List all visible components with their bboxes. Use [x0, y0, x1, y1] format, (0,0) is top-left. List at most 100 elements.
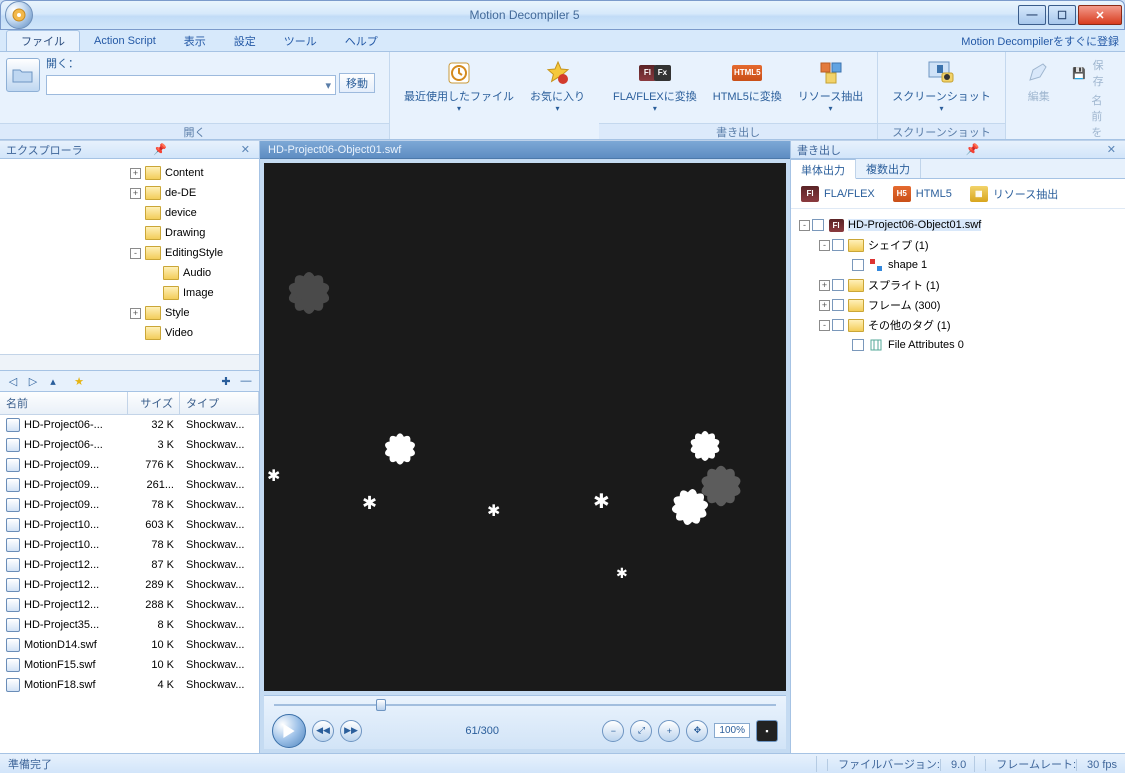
- collapse-icon[interactable]: -: [819, 240, 830, 251]
- collapse-icon[interactable]: -: [799, 220, 810, 231]
- timeline-slider[interactable]: [264, 696, 786, 712]
- table-row[interactable]: HD-Project09...261...Shockwav...: [0, 475, 259, 495]
- nav-fwd-icon[interactable]: ▷: [26, 374, 40, 388]
- tree-node[interactable]: -EditingStyle: [0, 243, 259, 263]
- open-path-combo[interactable]: ▾: [46, 75, 336, 95]
- table-row[interactable]: HD-Project06-...3 KShockwav...: [0, 435, 259, 455]
- checkbox[interactable]: [832, 319, 844, 331]
- tree-node[interactable]: +Style: [0, 303, 259, 323]
- export-tb-resource[interactable]: ▦リソース抽出: [970, 186, 1058, 202]
- table-row[interactable]: HD-Project10...603 KShockwav...: [0, 515, 259, 535]
- checkbox[interactable]: [832, 279, 844, 291]
- tab-multi-output[interactable]: 複数出力: [856, 159, 921, 178]
- file-table[interactable]: 名前 サイズ タイプ HD-Project06-...32 KShockwav.…: [0, 392, 259, 753]
- nav-up-icon[interactable]: ▴: [46, 374, 60, 388]
- table-row[interactable]: MotionD14.swf10 KShockwav...: [0, 635, 259, 655]
- menu-actionscript[interactable]: Action Script: [80, 30, 170, 51]
- table-row[interactable]: HD-Project12...289 KShockwav...: [0, 575, 259, 595]
- export-tree-node[interactable]: -FlHD-Project06-Object01.swf: [795, 215, 1121, 235]
- explorer-pin-icon[interactable]: 📌: [150, 143, 170, 156]
- register-link[interactable]: Motion Decompilerをすぐに登録: [961, 30, 1119, 51]
- checkbox[interactable]: [852, 339, 864, 351]
- zoom-value[interactable]: 100%: [714, 723, 750, 738]
- export-pin-icon[interactable]: 📌: [963, 143, 983, 156]
- table-row[interactable]: HD-Project35...8 KShockwav...: [0, 615, 259, 635]
- export-tree-node[interactable]: File Attributes 0: [795, 335, 1121, 355]
- add-icon[interactable]: ✚: [219, 374, 233, 388]
- table-row[interactable]: MotionF18.swf4 KShockwav...: [0, 675, 259, 695]
- nav-back-icon[interactable]: ◁: [6, 374, 20, 388]
- tree-node[interactable]: device: [0, 203, 259, 223]
- collapse-icon[interactable]: -: [819, 320, 830, 331]
- table-row[interactable]: HD-Project09...78 KShockwav...: [0, 495, 259, 515]
- fav-star-icon[interactable]: ★: [72, 374, 86, 388]
- menu-tools[interactable]: ツール: [270, 30, 331, 51]
- menu-help[interactable]: ヘルプ: [331, 30, 392, 51]
- export-fla-button[interactable]: FlFx FLA/FLEXに変換 ▾: [605, 55, 705, 116]
- screenshot-button[interactable]: スクリーンショット ▾: [884, 55, 998, 116]
- explorer-close-icon[interactable]: ✕: [238, 143, 253, 156]
- zoom-out-button[interactable]: −: [602, 720, 624, 742]
- export-tree-node[interactable]: -その他のタグ (1): [795, 315, 1121, 335]
- rewind-button[interactable]: ◀◀: [312, 720, 334, 742]
- col-name[interactable]: 名前: [0, 392, 128, 414]
- expand-icon[interactable]: +: [130, 308, 141, 319]
- table-row[interactable]: MotionF15.swf10 KShockwav...: [0, 655, 259, 675]
- play-button[interactable]: [272, 714, 306, 748]
- minimize-button[interactable]: —: [1018, 5, 1046, 25]
- expand-icon[interactable]: +: [819, 300, 830, 311]
- export-tb-fla[interactable]: FlFLA/FLEX: [801, 186, 875, 202]
- tree-node[interactable]: +de-DE: [0, 183, 259, 203]
- tree-node[interactable]: Video: [0, 323, 259, 343]
- export-close-icon[interactable]: ✕: [1104, 143, 1119, 156]
- export-tree-node[interactable]: +フレーム (300): [795, 295, 1121, 315]
- remove-icon[interactable]: —: [239, 374, 253, 388]
- export-tree[interactable]: -FlHD-Project06-Object01.swf-シェイプ (1)sha…: [791, 209, 1125, 753]
- favorites-button[interactable]: お気に入り ▾: [522, 55, 593, 116]
- export-html5-button[interactable]: HTML5 HTML5に変換: [705, 55, 790, 106]
- col-size[interactable]: サイズ: [128, 392, 180, 414]
- close-button[interactable]: ✕: [1078, 5, 1122, 25]
- bg-toggle-button[interactable]: ▪: [756, 720, 778, 742]
- export-tree-node[interactable]: shape 1: [795, 255, 1121, 275]
- col-type[interactable]: タイプ: [180, 392, 259, 414]
- checkbox[interactable]: [832, 299, 844, 311]
- checkbox[interactable]: [832, 239, 844, 251]
- pan-button[interactable]: ✥: [686, 720, 708, 742]
- explorer-tree[interactable]: +Content+de-DEdeviceDrawing-EditingStyle…: [0, 159, 259, 354]
- collapse-icon[interactable]: -: [130, 248, 141, 259]
- export-resource-button[interactable]: リソース抽出 ▾: [790, 55, 871, 116]
- app-orb[interactable]: [5, 1, 33, 29]
- tree-node[interactable]: Drawing: [0, 223, 259, 243]
- tree-node[interactable]: +Content: [0, 163, 259, 183]
- explorer-hscroll[interactable]: [0, 354, 259, 370]
- fastfwd-button[interactable]: ▶▶: [340, 720, 362, 742]
- recent-files-button[interactable]: 最近使用したファイル ▾: [396, 55, 522, 116]
- zoom-fit-button[interactable]: ⤢: [630, 720, 652, 742]
- move-button[interactable]: 移動: [339, 73, 375, 93]
- menu-view[interactable]: 表示: [170, 30, 220, 51]
- expand-icon[interactable]: +: [130, 188, 141, 199]
- preview-canvas[interactable]: ✱ ✱ ✱ ✱ ✱: [264, 163, 786, 691]
- menu-settings[interactable]: 設定: [220, 30, 270, 51]
- table-row[interactable]: HD-Project10...78 KShockwav...: [0, 535, 259, 555]
- export-tree-node[interactable]: +スプライト (1): [795, 275, 1121, 295]
- zoom-in-button[interactable]: +: [658, 720, 680, 742]
- checkbox[interactable]: [812, 219, 824, 231]
- tree-node[interactable]: Image: [0, 283, 259, 303]
- menu-file[interactable]: ファイル: [6, 30, 80, 51]
- tab-single-output[interactable]: 単体出力: [791, 159, 856, 179]
- export-tree-node[interactable]: -シェイプ (1): [795, 235, 1121, 255]
- open-folder-icon[interactable]: [6, 58, 40, 92]
- edit-button[interactable]: 編集: [1012, 55, 1066, 106]
- tree-node[interactable]: Audio: [0, 263, 259, 283]
- export-tb-html5[interactable]: H5HTML5: [893, 186, 952, 202]
- save-button[interactable]: 💾保存: [1072, 57, 1113, 89]
- maximize-button[interactable]: ☐: [1048, 5, 1076, 25]
- expand-icon[interactable]: +: [819, 280, 830, 291]
- table-row[interactable]: HD-Project06-...32 KShockwav...: [0, 415, 259, 435]
- expand-icon[interactable]: +: [130, 168, 141, 179]
- checkbox[interactable]: [852, 259, 864, 271]
- table-row[interactable]: HD-Project12...288 KShockwav...: [0, 595, 259, 615]
- table-row[interactable]: HD-Project12...87 KShockwav...: [0, 555, 259, 575]
